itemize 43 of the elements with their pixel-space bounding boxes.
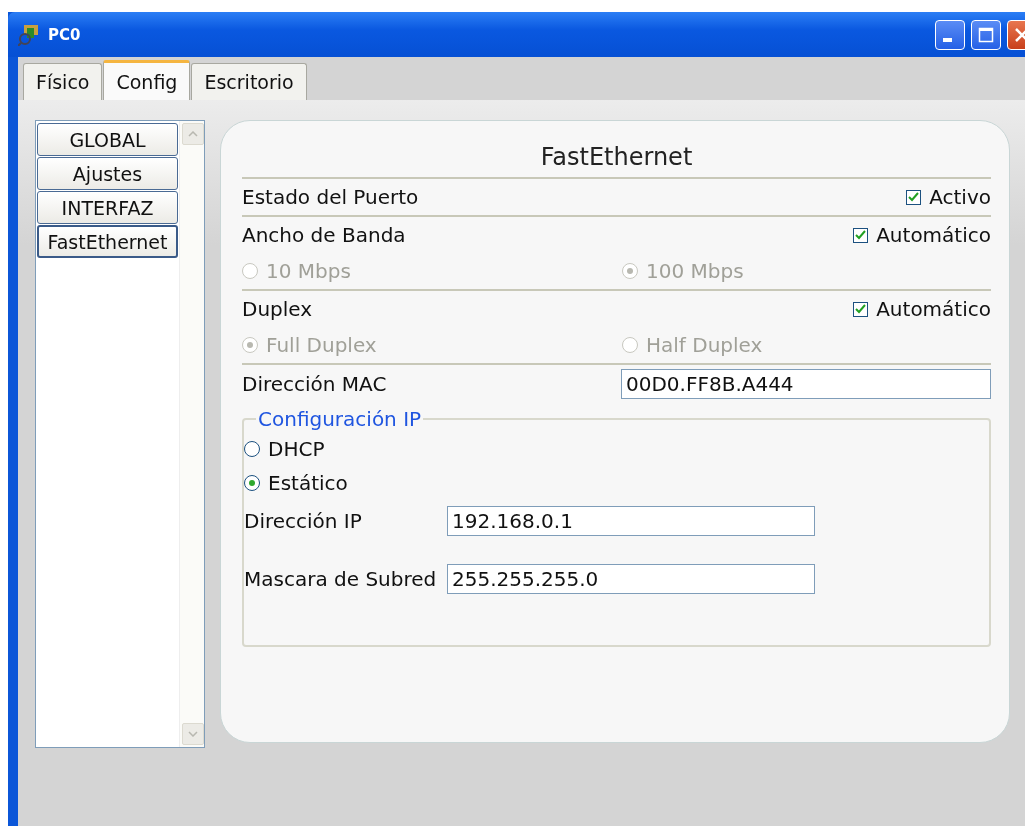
- tab[interactable]: Escritorio: [191, 63, 307, 100]
- checkbox[interactable]: Activo: [906, 185, 991, 209]
- chevron-up-icon: [188, 131, 198, 137]
- tab[interactable]: Físico: [23, 63, 103, 100]
- minimize-button[interactable]: [935, 19, 965, 50]
- checkbox[interactable]: Automático: [853, 297, 991, 321]
- maximize-button[interactable]: [971, 19, 1001, 50]
- checkbox-label: Activo: [929, 185, 991, 209]
- row-label: Ancho de Banda: [242, 223, 406, 247]
- tab[interactable]: Config: [103, 60, 191, 100]
- radio-label: DHCP: [268, 437, 325, 461]
- row-label: Estado del Puerto: [242, 185, 419, 209]
- row-label: Dirección MAC: [242, 372, 387, 396]
- radio-label: 10 Mbps: [266, 259, 351, 283]
- panel-title: FastEthernet: [539, 143, 694, 171]
- radio-label: Estático: [268, 471, 348, 495]
- checkbox-label: Automático: [876, 223, 991, 247]
- maximize-icon: [978, 26, 994, 43]
- row-label: Duplex: [242, 297, 313, 321]
- window-title: PC0: [48, 25, 82, 44]
- checkbox[interactable]: Automático: [853, 223, 991, 247]
- mac-field[interactable]: 00D0.FF8B.A444: [621, 369, 991, 399]
- group-title: Configuración IP: [257, 407, 423, 431]
- list-item[interactable]: INTERFAZ: [37, 191, 178, 224]
- ip-field[interactable]: 192.168.0.1: [447, 506, 815, 536]
- radio-button[interactable]: [244, 475, 260, 491]
- field-label: Mascara de Subred: [244, 567, 438, 591]
- radio-label: 100 Mbps: [646, 259, 744, 283]
- close-icon: [1014, 26, 1025, 43]
- list-item[interactable]: GLOBAL: [37, 123, 178, 156]
- field-label: Dirección IP: [244, 509, 363, 533]
- checkbox-label: Automático: [876, 297, 991, 321]
- checkbox-box[interactable]: [906, 189, 922, 205]
- list-item[interactable]: Ajustes: [37, 157, 178, 190]
- list-item[interactable]: FastEthernet: [37, 225, 178, 258]
- radio-button[interactable]: [244, 441, 260, 457]
- radio-label: Full Duplex: [266, 333, 377, 357]
- radio-label: Half Duplex: [646, 333, 763, 357]
- ip-field[interactable]: 255.255.255.0: [447, 564, 815, 594]
- checkbox-box[interactable]: [853, 301, 869, 317]
- minimize-icon: [942, 37, 952, 42]
- checkbox-box[interactable]: [853, 227, 869, 243]
- chevron-down-icon: [188, 731, 198, 737]
